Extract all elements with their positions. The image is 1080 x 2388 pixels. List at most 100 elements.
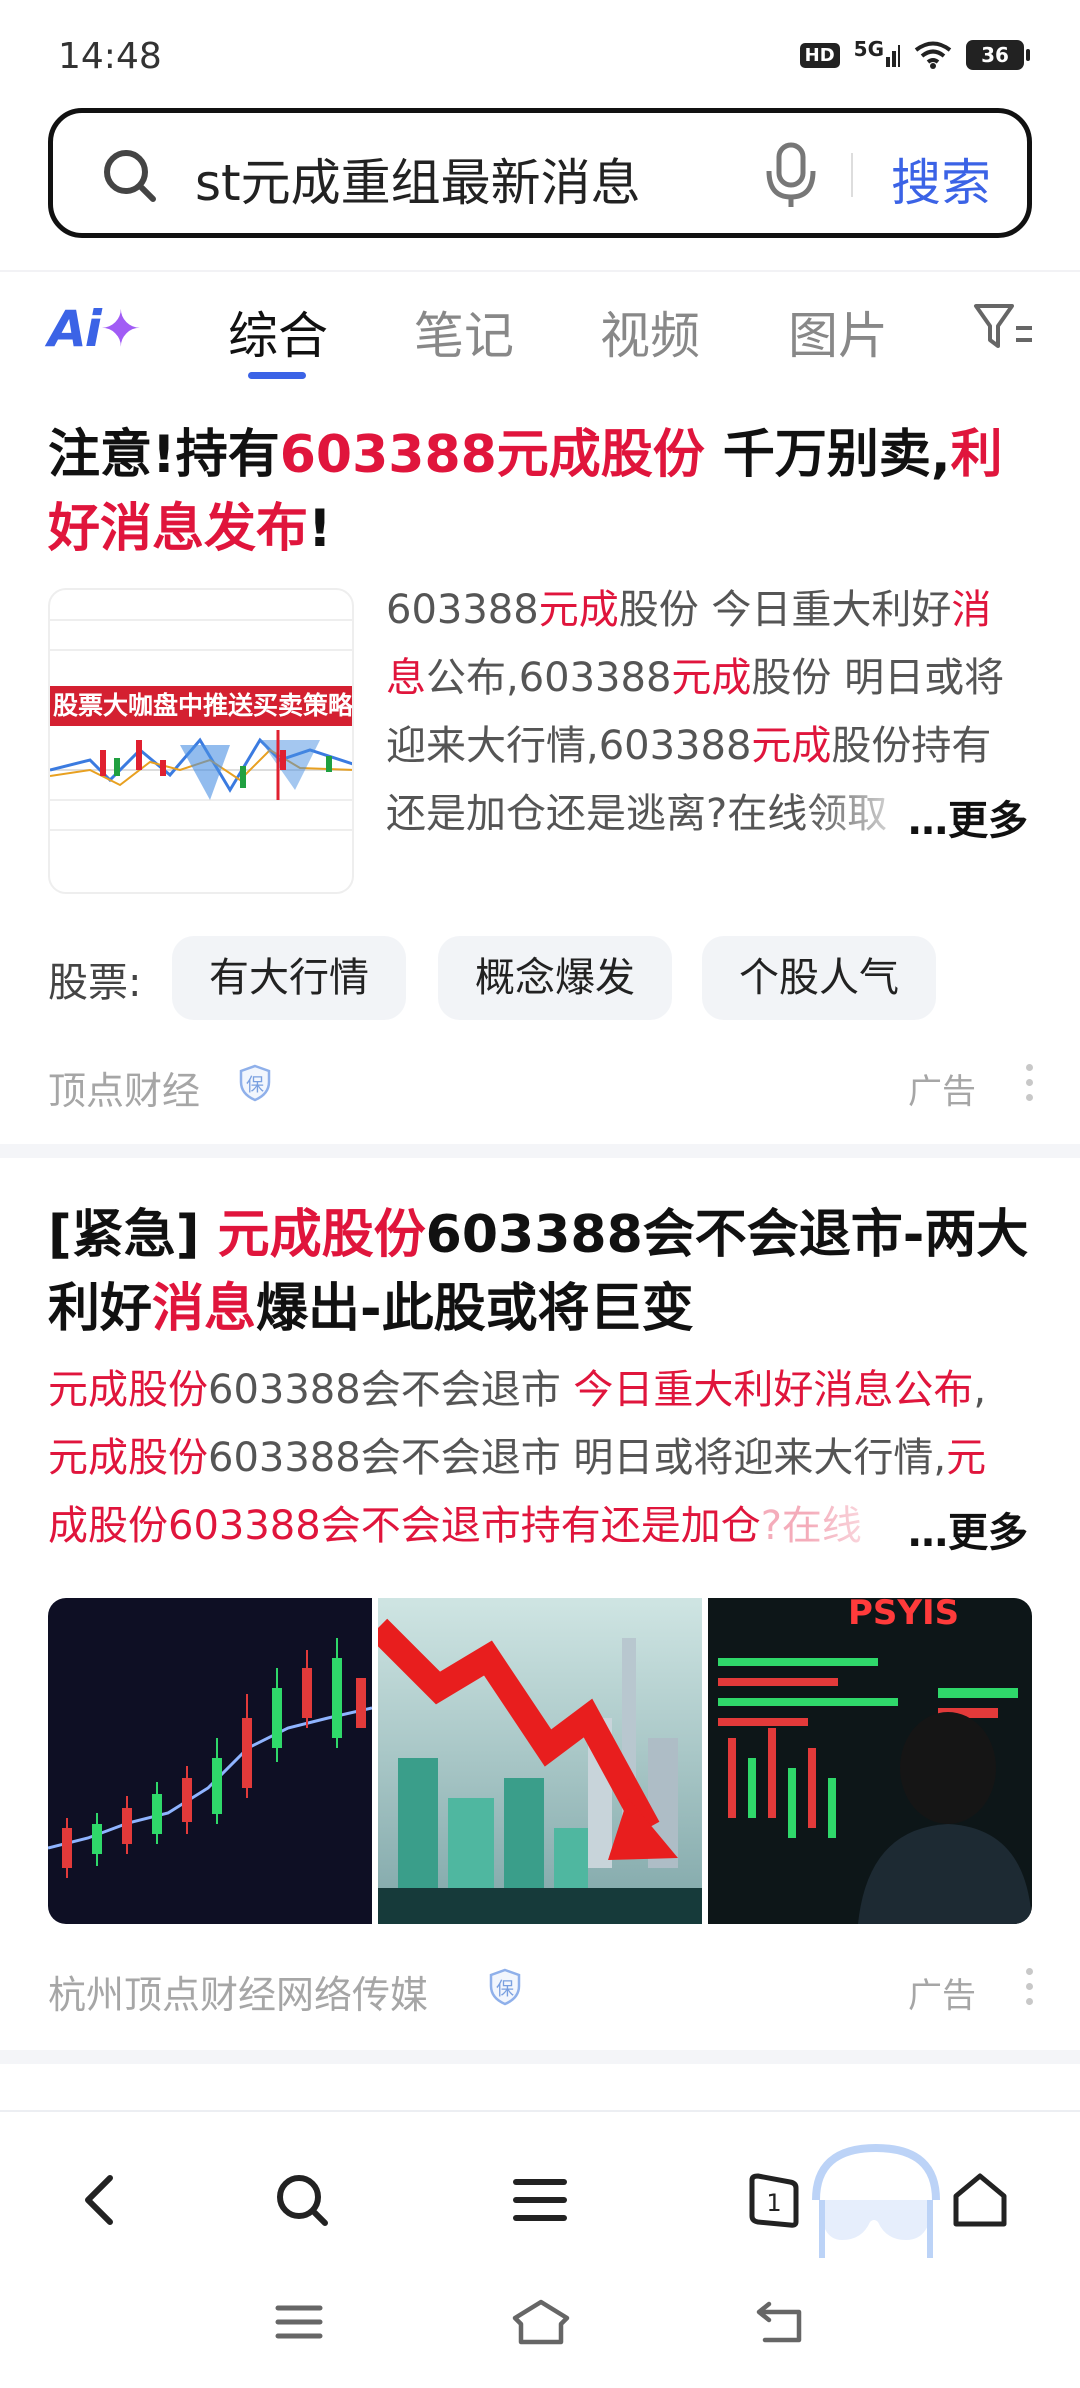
search-input[interactable]: st元成重组最新消息: [195, 143, 641, 215]
snippet-text: 迎来大行情,603388: [386, 723, 752, 769]
falling-arrow-art: [378, 1618, 702, 1924]
search-nav-button[interactable]: [262, 2160, 342, 2240]
snippet-text: 公布,603388: [426, 655, 672, 701]
shield-icon: 保: [239, 1064, 271, 1102]
status-time: 14:48: [58, 36, 162, 77]
back-icon: [85, 2175, 113, 2225]
snippet-text: 603388会不会退市 明日或将迎来大行情,: [208, 1435, 947, 1481]
home-button[interactable]: [940, 2160, 1020, 2240]
more-vert-icon[interactable]: [1026, 1064, 1034, 1109]
badge-text: 保: [496, 1979, 514, 2000]
thumbnail-banner: 股票大咖盘中推送买卖策略: [50, 686, 352, 726]
tab-images[interactable]: 图片: [788, 296, 888, 368]
result1-title[interactable]: 注意!持有603388元成股份 千万别卖,利好消息发布!: [48, 418, 1038, 566]
badge-text: 保: [246, 1075, 264, 1096]
search-icon: [104, 150, 156, 202]
mic-icon[interactable]: [763, 141, 819, 211]
falling-arrow-image[interactable]: [378, 1598, 702, 1924]
menu-button[interactable]: [500, 2160, 580, 2240]
more-vert-icon[interactable]: [1026, 1968, 1034, 2013]
status-bar: 14:48 HD 5G 36: [0, 0, 1080, 110]
tab-bar: [0, 270, 1080, 380]
candlestick-image[interactable]: [48, 1598, 372, 1924]
title-highlight: 消息: [152, 1279, 257, 1339]
result1-source[interactable]: 顶点财经: [48, 1060, 200, 1115]
title-text: 603388会不会退市-两大: [425, 1205, 1029, 1265]
result1-more-button[interactable]: …更多: [908, 788, 1028, 846]
trader-image[interactable]: PSYIS: [708, 1598, 1032, 1924]
home-icon: [953, 2173, 1007, 2227]
snippet-line: 元成股份603388会不会退市 今日重大利好消息公布,: [48, 1356, 1032, 1424]
title-text: 利好: [48, 1279, 153, 1339]
section-divider: [0, 1144, 1080, 1158]
title-highlight: 元成股份: [217, 1205, 426, 1265]
snippet-highlight: 消: [951, 587, 992, 633]
title-text: !: [308, 499, 332, 559]
search-nav-icon: [277, 2175, 328, 2226]
title-highlight: 603388元成股份: [279, 425, 705, 485]
result2-title[interactable]: [紧急] 元成股份603388会不会退市-两大利好消息爆出-此股或将巨变: [48, 1198, 1038, 1346]
result1-thumbnail[interactable]: 股票大咖盘中推送买卖策略: [48, 588, 354, 894]
text-fade: [808, 782, 918, 848]
sys-back-icon: [756, 2301, 802, 2343]
tab-general[interactable]: 综合: [228, 296, 328, 368]
shield-icon: 保: [489, 1968, 521, 2006]
snippet-highlight: 元: [946, 1435, 987, 1481]
snippet-text: ,: [973, 1367, 987, 1413]
tags-label: 股票:: [48, 960, 142, 1006]
filter-icon[interactable]: [972, 300, 1034, 354]
trader-screen-art: PSYIS: [718, 1598, 1032, 1924]
tabs-count: 1: [766, 2189, 781, 2217]
ad-label: 广告: [908, 1976, 976, 2016]
result2-image-row[interactable]: PSYIS: [48, 1598, 1032, 1924]
active-tab-indicator: [248, 372, 306, 379]
title-text: [紧急]: [48, 1205, 218, 1265]
snippet-text: 603388会不会退市: [208, 1367, 574, 1413]
tag-chip[interactable]: 有大行情: [172, 936, 406, 1020]
search-button[interactable]: 搜索: [891, 143, 991, 215]
svg-text:PSYIS: PSYIS: [848, 1598, 959, 1633]
signal-icon: [886, 45, 900, 67]
sys-menu-icon: [275, 2305, 323, 2339]
snippet-highlight: 元成: [671, 655, 752, 701]
status-icons: HD 5G 36: [799, 37, 1030, 70]
tab-notes[interactable]: 笔记: [414, 296, 514, 368]
snippet-line: 元成股份603388会不会退市 明日或将迎来大行情,元: [48, 1424, 1032, 1492]
snippet-highlight: 成股份603388会不会退市持有还是加仓: [48, 1503, 761, 1549]
snippet-line: 息公布,603388元成股份 明日或将: [386, 644, 1032, 712]
result2-more-button[interactable]: …更多: [908, 1500, 1028, 1558]
ai-button[interactable]: Ai✦: [48, 300, 142, 358]
tabs-icon: 1: [749, 2173, 799, 2228]
tabs-button[interactable]: 1: [734, 2160, 814, 2240]
snippet-highlight: 元成: [538, 587, 619, 633]
sys-menu-button[interactable]: [264, 2292, 334, 2352]
tab-videos[interactable]: 视频: [600, 296, 700, 368]
snippet-highlight: 元成股份: [48, 1435, 208, 1481]
title-text: 爆出-此股或将巨变: [256, 1279, 694, 1339]
back-button[interactable]: [60, 2160, 140, 2240]
snippet-highlight: 息: [386, 655, 426, 701]
ai-logo-text: Ai: [48, 300, 102, 358]
search-divider: [851, 153, 853, 197]
snippet-highlight: 今日重大利好消息公布: [573, 1367, 974, 1413]
snippet-text: 股份 今日重大利好: [618, 587, 952, 633]
snippet-line: 603388元成股份 今日重大利好消: [386, 576, 1032, 644]
result2-source[interactable]: 杭州顶点财经网络传媒: [48, 1964, 428, 2019]
tag-chip[interactable]: 个股人气: [702, 936, 936, 1020]
battery-icon: 36: [966, 40, 1030, 70]
sys-home-button[interactable]: [506, 2292, 576, 2352]
sys-back-button[interactable]: [746, 2292, 816, 2352]
candlestick-chart-art: [48, 1638, 372, 1878]
section-divider: [0, 2050, 1080, 2064]
text-fade: [808, 1494, 918, 1560]
ar-glasses-icon: [806, 2140, 946, 2260]
title-text: 千万别卖,: [704, 425, 951, 485]
snippet-text: 股份 明日或将: [751, 655, 1005, 701]
network-5g-icon: 5G: [853, 37, 884, 61]
search-box[interactable]: st元成重组最新消息 搜索: [48, 108, 1032, 238]
sparkle-icon: ✦: [99, 300, 142, 358]
snippet-text: 股份持有: [831, 723, 992, 769]
snippet-highlight: 元成股份: [48, 1367, 208, 1413]
title-text: 注意!持有: [48, 425, 280, 485]
tag-chip[interactable]: 概念爆发: [438, 936, 672, 1020]
